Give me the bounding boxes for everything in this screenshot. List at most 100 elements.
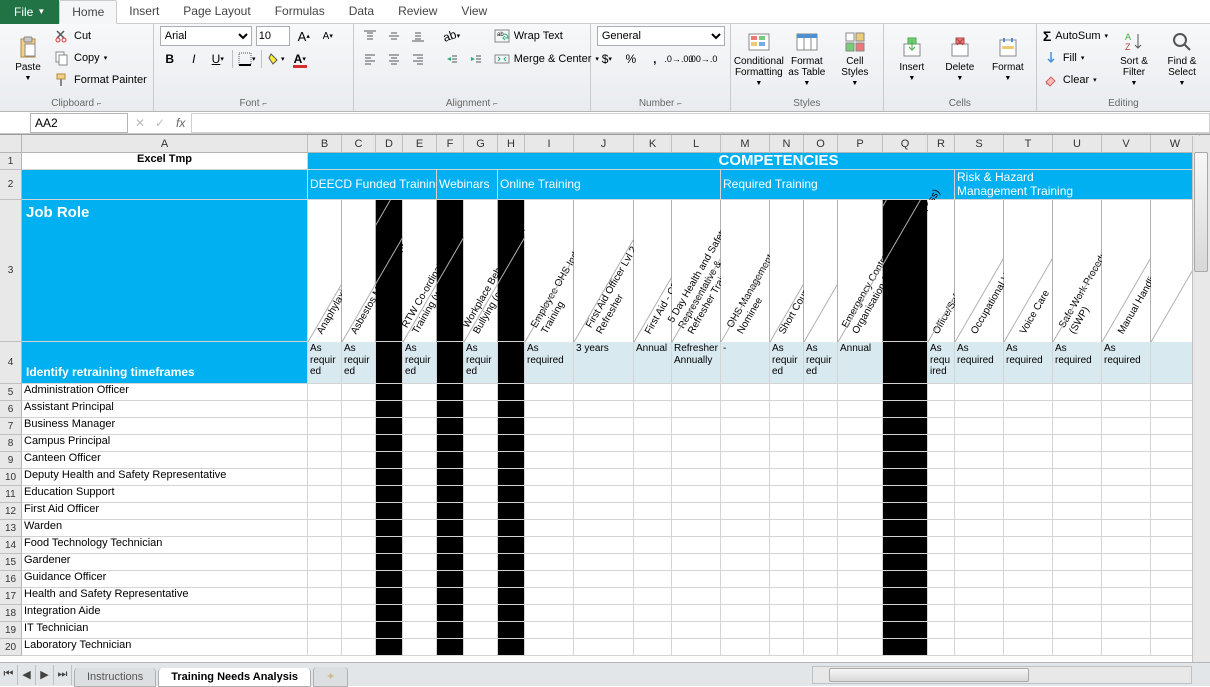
cell[interactable] (721, 418, 770, 435)
cell[interactable] (838, 537, 883, 554)
role-cell[interactable]: Laboratory Technician (22, 639, 308, 656)
cell[interactable] (804, 486, 838, 503)
col-header-O[interactable]: O (804, 135, 838, 153)
italic-button[interactable]: I (184, 49, 204, 69)
number-format-select[interactable]: General (597, 26, 725, 46)
cell[interactable] (574, 639, 634, 656)
black-col[interactable] (376, 605, 403, 622)
cell[interactable] (928, 401, 955, 418)
black-col[interactable] (437, 622, 464, 639)
diag-header[interactable]: Voice Care (1004, 200, 1053, 342)
cell[interactable] (721, 537, 770, 554)
cell[interactable] (1053, 537, 1102, 554)
cell[interactable] (721, 605, 770, 622)
diag-header[interactable]: First Aid - CPR only (634, 200, 672, 342)
cell[interactable] (308, 435, 342, 452)
black-col[interactable] (376, 469, 403, 486)
merge-center-button[interactable]: Merge & Center▾ (494, 49, 599, 69)
cell[interactable] (1053, 571, 1102, 588)
cell[interactable] (838, 622, 883, 639)
diag-header[interactable] (804, 200, 838, 342)
cell[interactable] (770, 554, 804, 571)
black-col[interactable] (376, 384, 403, 401)
black-col[interactable] (498, 571, 525, 588)
identify-header[interactable]: Identify retraining timeframes (22, 342, 308, 384)
black-col[interactable] (883, 384, 928, 401)
cell[interactable] (804, 418, 838, 435)
diag-header[interactable]: Manual Handling (1102, 200, 1151, 342)
black-col[interactable] (498, 435, 525, 452)
cell[interactable] (308, 537, 342, 554)
cell[interactable] (928, 486, 955, 503)
black-col[interactable] (498, 486, 525, 503)
cell[interactable] (804, 401, 838, 418)
cat-deecd[interactable]: DEECD Funded Training (308, 170, 437, 200)
ribbon-tab-view[interactable]: View (449, 0, 499, 24)
select-all-corner[interactable] (0, 135, 22, 153)
align-bottom-button[interactable] (408, 26, 428, 46)
cell[interactable] (804, 537, 838, 554)
role-cell[interactable]: Canteen Officer (22, 452, 308, 469)
horizontal-scrollbar[interactable] (812, 666, 1192, 684)
cell[interactable] (464, 571, 498, 588)
cell[interactable] (1053, 401, 1102, 418)
black-col[interactable] (376, 503, 403, 520)
new-sheet-button[interactable]: ✦ (313, 667, 348, 687)
cell[interactable] (804, 605, 838, 622)
cell[interactable] (838, 401, 883, 418)
cell[interactable] (308, 418, 342, 435)
row-header-7[interactable]: 7 (0, 418, 22, 435)
black-col[interactable] (437, 605, 464, 622)
row-header-3[interactable]: 3 (0, 200, 22, 342)
cat-online[interactable]: Online Training (498, 170, 721, 200)
sheet-nav-prev[interactable]: ◀ (18, 665, 36, 685)
sheet-nav-next[interactable]: ▶ (36, 665, 54, 685)
row-header-16[interactable]: 16 (0, 571, 22, 588)
role-cell[interactable]: Deputy Health and Safety Representative (22, 469, 308, 486)
cell[interactable] (464, 486, 498, 503)
cell[interactable] (672, 503, 721, 520)
sheet-tab-instructions[interactable]: Instructions (74, 668, 156, 687)
cell[interactable] (838, 588, 883, 605)
cell[interactable] (464, 639, 498, 656)
cell[interactable] (770, 503, 804, 520)
cell[interactable] (342, 554, 376, 571)
black-col[interactable] (376, 639, 403, 656)
cell[interactable] (342, 520, 376, 537)
cell[interactable] (770, 469, 804, 486)
cell[interactable] (838, 605, 883, 622)
align-top-button[interactable] (360, 26, 380, 46)
cell[interactable] (672, 401, 721, 418)
cell[interactable] (770, 571, 804, 588)
cell[interactable] (403, 622, 437, 639)
cell[interactable] (1102, 469, 1151, 486)
row-header-4[interactable]: 4 (0, 342, 22, 384)
role-cell[interactable]: Food Technology Technician (22, 537, 308, 554)
cell[interactable] (464, 520, 498, 537)
cell[interactable] (770, 639, 804, 656)
cell[interactable] (464, 384, 498, 401)
cell[interactable] (1004, 469, 1053, 486)
cell[interactable] (525, 622, 574, 639)
cell[interactable] (634, 605, 672, 622)
cell[interactable] (634, 486, 672, 503)
cell[interactable] (403, 401, 437, 418)
col-header-D[interactable]: D (376, 135, 403, 153)
cell[interactable] (770, 401, 804, 418)
cell[interactable] (721, 401, 770, 418)
row-header-5[interactable]: 5 (0, 384, 22, 401)
cell[interactable] (403, 520, 437, 537)
cell[interactable] (928, 605, 955, 622)
row-header-15[interactable]: 15 (0, 554, 22, 571)
col-header-J[interactable]: J (574, 135, 634, 153)
conditional-formatting-button[interactable]: Conditional Formatting▼ (737, 26, 781, 92)
cell[interactable] (804, 622, 838, 639)
cell[interactable] (1102, 384, 1151, 401)
cell[interactable] (574, 520, 634, 537)
cell[interactable] (634, 418, 672, 435)
copy-button[interactable]: Copy▾ (54, 48, 147, 68)
cell[interactable] (770, 588, 804, 605)
worksheet-grid[interactable]: ABCDEFGHIJKLMNOPQRSTUVWX 123456789101112… (0, 134, 1210, 676)
cell[interactable] (634, 435, 672, 452)
cell[interactable] (342, 384, 376, 401)
